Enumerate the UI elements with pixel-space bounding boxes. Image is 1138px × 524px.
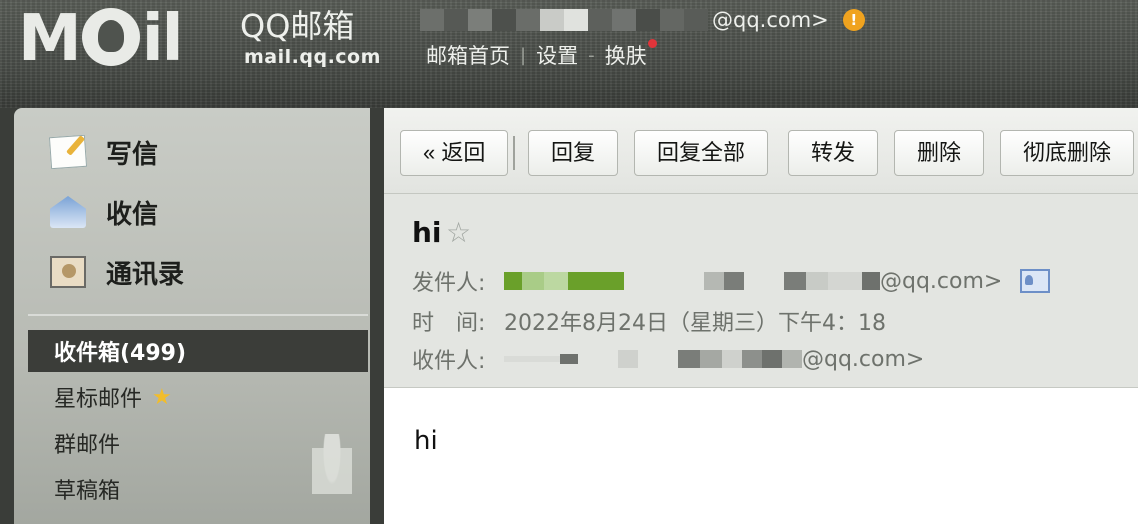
qqmail-logo[interactable]: Mil (18, 2, 184, 76)
inbox-envelope-icon (50, 196, 86, 228)
reply-all-button[interactable]: 回复全部 (634, 130, 769, 176)
contacts-icon (50, 256, 86, 288)
sent-time: 2022年8月24日（星期三）下午4：18 (504, 311, 886, 336)
toolbar-separator (513, 136, 515, 170)
sender-label: 发件人: (412, 271, 486, 296)
folder-label: 草稿箱 (54, 479, 121, 504)
sidebar-action-contacts[interactable]: 通讯录 (50, 252, 184, 292)
delete-button[interactable]: 删除 (894, 130, 985, 176)
folder-label: 收件箱(499) (54, 341, 187, 366)
mail-subject: hi (412, 216, 442, 249)
sidebar: 写信 收信 通讯录 收件箱(499) 星标邮件 ★ 群邮件 草稿箱 (14, 108, 370, 524)
recipient-label: 收件人: (412, 349, 486, 374)
action-label: 写信 (106, 139, 159, 170)
top-header: Mil QQ邮箱 mail.qq.com @qq.com> ! 邮箱首页 | 设… (0, 0, 1138, 108)
redacted-recipient-mosaic (504, 350, 802, 368)
redacted-sender-mosaic (504, 272, 880, 290)
nav-skin[interactable]: 换肤 (605, 40, 647, 70)
sender-row: 发件人: @qq.com> (412, 266, 1051, 296)
action-label: 收信 (106, 199, 159, 230)
folder-inbox[interactable]: 收件箱(499) (28, 330, 368, 372)
time-label: 时 间: (412, 311, 486, 336)
nav-mail-home[interactable]: 邮箱首页 (426, 40, 510, 70)
compose-icon (48, 134, 88, 170)
mail-header: hi ☆ 发件人: @qq.com> 时 间: 2022年8月24日（星期三）下… (384, 194, 1138, 388)
brand-domain: mail.qq.com (244, 46, 381, 68)
folder-label: 群邮件 (54, 433, 121, 458)
sender-domain: @qq.com> (880, 268, 1003, 294)
delete-permanent-button[interactable]: 彻底删除 (1000, 130, 1135, 176)
reply-button[interactable]: 回复 (528, 130, 619, 176)
top-nav: 邮箱首页 | 设置 - 换肤 (426, 38, 657, 70)
forward-button[interactable]: 转发 (788, 130, 879, 176)
back-button[interactable]: « 返回 (400, 130, 509, 176)
star-toggle-icon[interactable]: ☆ (446, 216, 471, 249)
time-row: 时 间: 2022年8月24日（星期三）下午4：18 (412, 306, 886, 336)
sidebar-action-compose[interactable]: 写信 (48, 132, 159, 172)
account-domain: @qq.com> (712, 8, 829, 32)
notification-dot-icon (647, 38, 657, 48)
logo-bell-icon (81, 8, 140, 67)
nav-separator: | (520, 44, 527, 66)
folder-group-mail[interactable]: 群邮件 (28, 422, 368, 464)
mail-body: hi (414, 426, 438, 456)
folder-label: 星标邮件 (54, 387, 143, 412)
warning-icon[interactable]: ! (842, 9, 865, 31)
logo-letter-m: M (18, 2, 82, 76)
recipient-domain: @qq.com> (802, 346, 925, 372)
account-address[interactable]: @qq.com> ! (420, 6, 865, 34)
logo-letters-il: il (141, 2, 184, 76)
nav-separator: - (588, 44, 595, 66)
action-label: 通讯录 (106, 259, 185, 290)
contact-card-icon[interactable] (1020, 269, 1051, 293)
folder-drafts[interactable]: 草稿箱 (28, 468, 368, 510)
brand-name: QQ邮箱 (240, 7, 355, 45)
mail-toolbar: « 返回 回复 回复全部 转发 删除 彻底删除 (384, 108, 1138, 194)
sidebar-action-receive[interactable]: 收信 (50, 192, 158, 232)
folder-starred[interactable]: 星标邮件 ★ (28, 376, 368, 418)
sidebar-divider (28, 314, 368, 316)
mail-content-panel: « 返回 回复 回复全部 转发 删除 彻底删除 hi ☆ 发件人: @qq.co… (384, 108, 1138, 524)
star-icon: ★ (152, 384, 172, 410)
recipient-row: 收件人: @qq.com> (412, 344, 925, 375)
nav-settings[interactable]: 设置 (536, 40, 578, 70)
redacted-account-mosaic (420, 9, 708, 31)
